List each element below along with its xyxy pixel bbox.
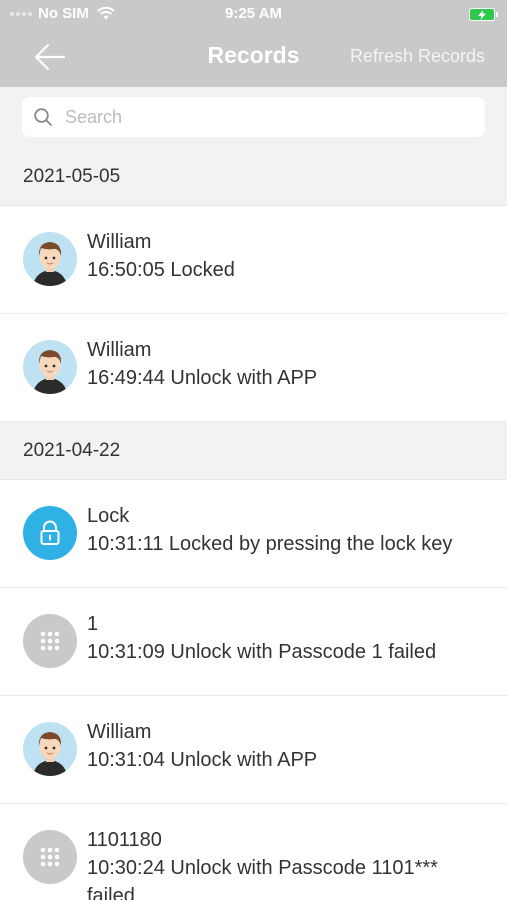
record-description: 10:31:04 Unlock with APP [87, 749, 318, 771]
record-name: Lock [87, 505, 130, 527]
status-time: 9:25 AM [225, 5, 282, 22]
record-description: 16:49:44 Unlock with APP [87, 367, 318, 389]
refresh-records-button[interactable]: Refresh Records [350, 46, 485, 67]
record-description: 10:31:09 Unlock with Passcode 1 failed [87, 641, 437, 663]
person-avatar [23, 340, 77, 394]
record-row[interactable]: 1101180 10:30:24 Unlock with Passcode 11… [0, 804, 507, 900]
record-row[interactable]: Lock 10:31:11 Locked by pressing the loc… [0, 480, 507, 588]
record-text: William 16:49:44 Unlock with APP [87, 336, 482, 392]
date-header: 2021-04-22 [0, 422, 507, 480]
record-row[interactable]: William 16:49:44 Unlock with APP [0, 314, 507, 422]
person-avatar [23, 232, 77, 286]
date-header: 2021-05-05 [0, 148, 507, 206]
charging-bolt-icon [478, 9, 486, 20]
search-box[interactable] [22, 97, 485, 137]
record-text: 1 10:31:09 Unlock with Passcode 1 failed [87, 610, 482, 666]
record-name: 1 [87, 613, 99, 635]
record-text: 1101180 10:30:24 Unlock with Passcode 11… [87, 826, 482, 900]
record-text: William 16:50:05 Locked [87, 228, 482, 284]
record-name: William [87, 721, 152, 743]
search-icon [32, 106, 54, 128]
lock-icon [23, 506, 77, 560]
battery-icon [469, 8, 498, 21]
search-input[interactable] [65, 106, 445, 128]
status-bar: No SIM 9:25 AM [0, 0, 507, 28]
keypad-icon [23, 830, 77, 884]
record-description: 10:31:11 Locked by pressing the lock key [87, 533, 453, 555]
record-name: 1101180 [87, 829, 162, 851]
nav-bar: Records Refresh Records [0, 28, 507, 87]
header: No SIM 9:25 AM Records Refresh Records [0, 0, 507, 87]
record-name: William [87, 231, 152, 253]
record-row[interactable]: 1 10:31:09 Unlock with Passcode 1 failed [0, 588, 507, 696]
record-text: Lock 10:31:11 Locked by pressing the loc… [87, 502, 482, 558]
record-text: William 10:31:04 Unlock with APP [87, 718, 482, 774]
record-description: 16:50:05 Locked [87, 259, 235, 281]
keypad-icon [23, 614, 77, 668]
record-description: 10:30:24 Unlock with Passcode 1101*** fa… [87, 857, 438, 900]
search-bar [0, 87, 507, 148]
record-row[interactable]: William 10:31:04 Unlock with APP [0, 696, 507, 804]
person-avatar [23, 722, 77, 776]
record-name: William [87, 339, 152, 361]
record-row[interactable]: William 16:50:05 Locked [0, 206, 507, 314]
